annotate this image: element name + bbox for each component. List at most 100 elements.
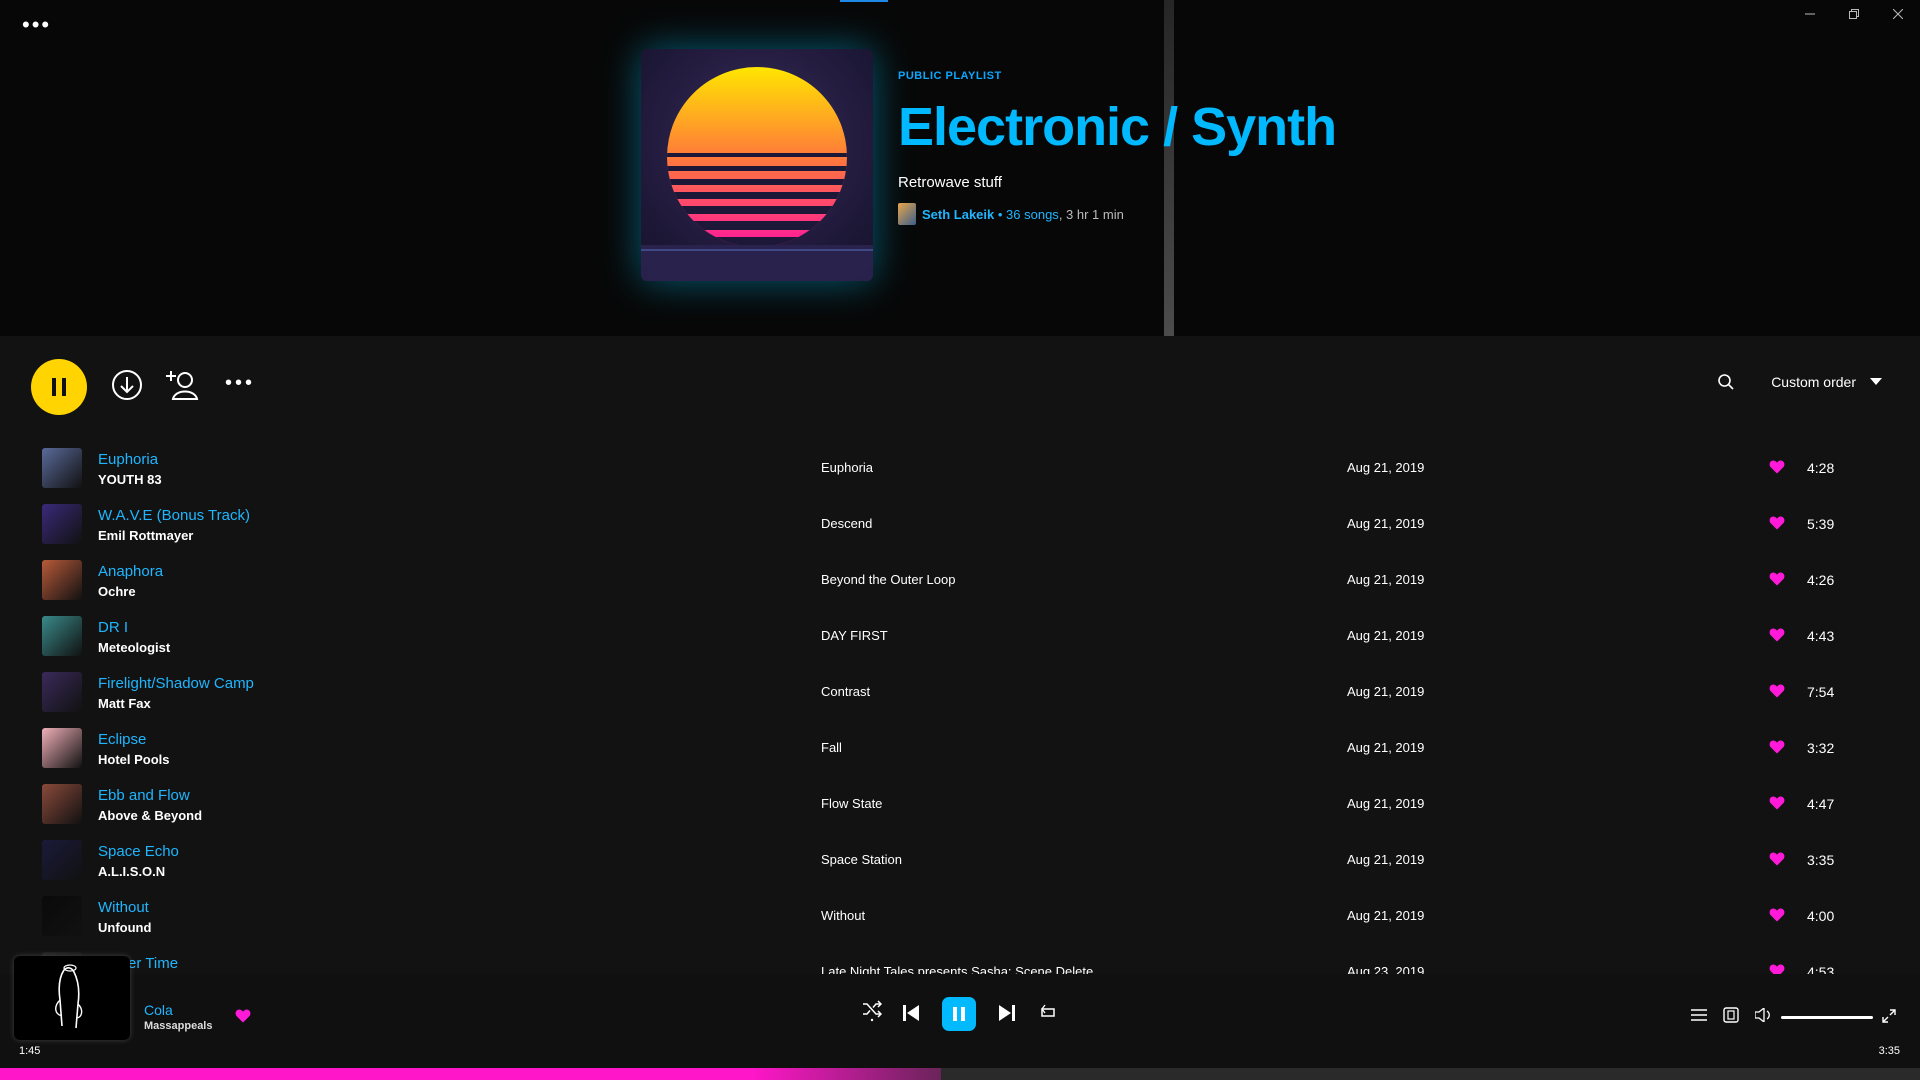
- heart-icon[interactable]: [1769, 852, 1785, 871]
- track-duration: 4:00: [1807, 908, 1835, 924]
- track-artist[interactable]: Meteologist: [98, 640, 170, 655]
- sort-dropdown[interactable]: Custom order: [1771, 374, 1856, 390]
- track-title[interactable]: Ebb and Flow: [98, 787, 190, 804]
- elapsed-time: 1:45: [19, 1045, 41, 1057]
- track-duration: 4:47: [1807, 796, 1835, 812]
- track-artist[interactable]: Emil Rottmayer: [98, 528, 193, 543]
- more-icon[interactable]: •••: [225, 372, 255, 395]
- heart-icon[interactable]: [1769, 796, 1785, 815]
- shuffle-icon[interactable]: [862, 1000, 883, 1027]
- volume-icon[interactable]: [1754, 1006, 1773, 1027]
- table-row[interactable]: DR I Meteologist DAY FIRST Aug 21, 2019 …: [0, 608, 1920, 664]
- track-album[interactable]: Without: [821, 908, 865, 923]
- track-artist[interactable]: Hotel Pools: [98, 752, 170, 767]
- playlist-toolbar: ••• Custom order: [0, 336, 1920, 438]
- track-title[interactable]: DR I: [98, 619, 128, 636]
- download-icon[interactable]: [111, 369, 143, 406]
- track-art: [42, 896, 82, 936]
- restore-icon[interactable]: [1832, 0, 1876, 28]
- playlist-header: ••• PUBLIC PLAYLIST Electronic / Synth R…: [0, 0, 1920, 336]
- heart-icon[interactable]: [1769, 516, 1785, 535]
- table-row[interactable]: W.A.V.E (Bonus Track) Emil Rottmayer Des…: [0, 496, 1920, 552]
- minimize-icon[interactable]: [1788, 0, 1832, 28]
- playlist-meta: Seth Lakeik • 36 songs, 3 hr 1 min: [898, 203, 1336, 225]
- track-album[interactable]: Late Night Tales presents Sasha: Scene D…: [821, 964, 1093, 974]
- playlist-duration: , 3 hr 1 min: [1058, 206, 1124, 222]
- now-playing-artist[interactable]: Massappeals: [144, 1020, 212, 1032]
- table-row[interactable]: Firelight/Shadow Camp Matt Fax Contrast …: [0, 664, 1920, 720]
- track-artist[interactable]: Above & Beyond: [98, 808, 202, 823]
- heart-icon[interactable]: [1769, 628, 1785, 647]
- table-row[interactable]: Euphoria YOUTH 83 Euphoria Aug 21, 2019 …: [0, 440, 1920, 496]
- track-title[interactable]: Eclipse: [98, 731, 146, 748]
- track-album[interactable]: Fall: [821, 740, 842, 755]
- play-pause-button[interactable]: [942, 997, 976, 1031]
- track-title[interactable]: Firelight/Shadow Camp: [98, 675, 254, 692]
- track-title[interactable]: W.A.V.E (Bonus Track): [98, 507, 250, 524]
- track-date-added: Aug 21, 2019: [1347, 684, 1425, 699]
- track-date-added: Aug 23, 2019: [1347, 964, 1425, 974]
- table-row[interactable]: Eclipse Hotel Pools Fall Aug 21, 2019 3:…: [0, 720, 1920, 776]
- table-row[interactable]: Space Echo A.L.I.S.O.N Space Station Aug…: [0, 832, 1920, 888]
- track-artist[interactable]: Unfound: [98, 920, 151, 935]
- heart-icon[interactable]: [1769, 684, 1785, 703]
- owner-avatar[interactable]: [898, 203, 916, 225]
- repeat-icon[interactable]: [1039, 1004, 1057, 1025]
- heart-icon[interactable]: [1769, 964, 1785, 974]
- window-controls: [1788, 0, 1920, 28]
- next-icon[interactable]: [999, 1005, 1015, 1026]
- fullscreen-icon[interactable]: [1882, 1009, 1896, 1028]
- heart-icon[interactable]: [1769, 908, 1785, 927]
- track-title[interactable]: Without: [98, 899, 149, 916]
- table-row[interactable]: e After Time Late Night Tales presents S…: [0, 944, 1920, 974]
- track-album[interactable]: Flow State: [821, 796, 882, 811]
- track-art: [42, 784, 82, 824]
- track-duration: 4:43: [1807, 628, 1835, 644]
- track-album[interactable]: DAY FIRST: [821, 628, 888, 643]
- playback-progress-bar[interactable]: [0, 1068, 1920, 1080]
- track-duration: 4:28: [1807, 460, 1835, 476]
- heart-icon[interactable]: [1769, 460, 1785, 479]
- sort-area: Custom order: [1717, 373, 1882, 391]
- devices-icon[interactable]: [1723, 1007, 1739, 1028]
- heart-icon[interactable]: [1769, 572, 1785, 591]
- track-album[interactable]: Space Station: [821, 852, 902, 867]
- track-duration: 3:35: [1807, 852, 1835, 868]
- track-title[interactable]: Space Echo: [98, 843, 179, 860]
- pause-icon: [953, 1007, 965, 1021]
- heart-icon[interactable]: [1769, 740, 1785, 759]
- track-artist[interactable]: Ochre: [98, 584, 136, 599]
- close-icon[interactable]: [1876, 0, 1920, 28]
- track-album[interactable]: Beyond the Outer Loop: [821, 572, 955, 587]
- more-horizontal-icon[interactable]: •••: [22, 14, 51, 36]
- now-playing-art[interactable]: [14, 956, 130, 1040]
- table-row[interactable]: Anaphora Ochre Beyond the Outer Loop Aug…: [0, 552, 1920, 608]
- previous-icon[interactable]: [903, 1005, 919, 1026]
- add-user-icon[interactable]: [165, 369, 199, 406]
- track-date-added: Aug 21, 2019: [1347, 796, 1425, 811]
- table-row[interactable]: Ebb and Flow Above & Beyond Flow State A…: [0, 776, 1920, 832]
- volume-slider[interactable]: [1781, 1016, 1873, 1019]
- track-artist[interactable]: Matt Fax: [98, 696, 151, 711]
- play-pause-button[interactable]: [31, 359, 87, 415]
- heart-icon[interactable]: [235, 1009, 251, 1028]
- owner-link[interactable]: Seth Lakeik: [922, 207, 994, 222]
- track-list: Euphoria YOUTH 83 Euphoria Aug 21, 2019 …: [0, 440, 1920, 974]
- playlist-cover: [641, 49, 873, 281]
- track-artist[interactable]: YOUTH 83: [98, 472, 162, 487]
- track-artist[interactable]: A.L.I.S.O.N: [98, 864, 165, 879]
- now-playing-title[interactable]: Cola: [144, 1002, 173, 1018]
- search-icon[interactable]: [1717, 373, 1735, 391]
- tab-indicator: [840, 0, 888, 2]
- track-title[interactable]: Euphoria: [98, 451, 158, 468]
- caret-down-icon[interactable]: [1870, 378, 1882, 386]
- track-album[interactable]: Descend: [821, 516, 872, 531]
- playlist-type: PUBLIC PLAYLIST: [898, 70, 1002, 82]
- table-row[interactable]: Without Unfound Without Aug 21, 2019 4:0…: [0, 888, 1920, 944]
- queue-icon[interactable]: [1691, 1008, 1707, 1027]
- track-duration: 3:32: [1807, 740, 1835, 756]
- track-album[interactable]: Euphoria: [821, 460, 873, 475]
- track-album[interactable]: Contrast: [821, 684, 870, 699]
- track-duration: 5:39: [1807, 516, 1835, 532]
- track-title[interactable]: Anaphora: [98, 563, 163, 580]
